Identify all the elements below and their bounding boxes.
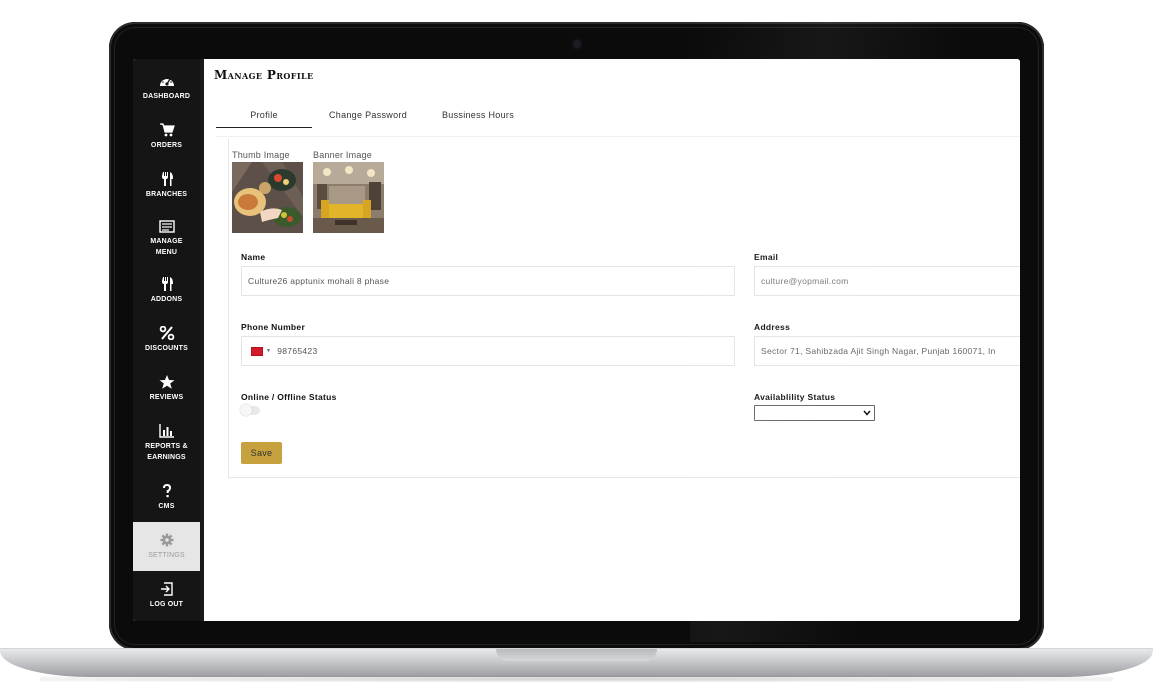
sidebar-item-reviews[interactable]: Reviews [133, 364, 200, 413]
webcam [573, 40, 581, 48]
bar-chart-icon [158, 423, 174, 438]
tab-bar: Profile Change Password Bussiness Hours [216, 103, 1020, 128]
thumb-image-label: Thumb Image [232, 150, 290, 160]
phone-number-value: 98765423 [277, 346, 318, 356]
sidebar: Dashboard Orders Branches Manage Me [133, 59, 200, 621]
menu-list-icon [158, 219, 175, 233]
sidebar-item-label: Manage Menu [150, 237, 183, 256]
phone-input[interactable]: ▼ 98765423 [241, 336, 735, 366]
question-icon [162, 483, 171, 497]
laptop-shadow [40, 676, 1113, 682]
sidebar-item-label: Discounts [144, 344, 189, 352]
name-input[interactable]: Culture26 apptunix mohali 8 phase [241, 266, 735, 296]
sidebar-item-label: Log Out [149, 600, 184, 608]
utensils-icon [161, 276, 173, 291]
sidebar-item-dashboard[interactable]: Dashboard [133, 63, 200, 112]
sidebar-item-label: Reports & Earnings [145, 442, 188, 461]
toggle-knob[interactable] [240, 404, 252, 416]
tab-profile[interactable]: Profile [216, 103, 312, 128]
sidebar-item-discounts[interactable]: Discounts [133, 315, 200, 364]
sidebar-item-label: Dashboard [142, 92, 191, 100]
sidebar-item-cms[interactable]: CMS [133, 473, 200, 522]
screen: Dashboard Orders Branches Manage Me [133, 59, 1020, 621]
sidebar-item-label: Orders [150, 141, 183, 149]
email-label: Email [754, 252, 779, 262]
sidebar-item-label: Addons [150, 295, 183, 303]
chevron-down-icon [863, 410, 871, 416]
banner-image-label: Banner Image [313, 150, 372, 160]
percent-icon [159, 325, 174, 340]
address-label: Address [754, 322, 791, 332]
online-status-label: Online / Offline Status [241, 392, 337, 402]
dashboard-icon [159, 76, 174, 86]
name-label: Name [241, 252, 266, 262]
page-title: Manage Profile [214, 68, 314, 82]
tabs-divider [216, 136, 1020, 137]
laptop-notch [496, 649, 657, 661]
star-icon [159, 374, 174, 389]
sidebar-item-label: CMS [158, 502, 175, 510]
country-flag-icon[interactable] [251, 346, 263, 356]
tab-change-password[interactable]: Change Password [320, 103, 416, 127]
sidebar-item-addons[interactable]: Addons [133, 266, 200, 315]
phone-label: Phone Number [241, 322, 306, 332]
sidebar-item-label: Settings [148, 551, 185, 559]
email-input[interactable]: culture@yopmail.com [754, 266, 1020, 296]
sidebar-item-manage-menu[interactable]: Manage Menu [133, 210, 200, 266]
availability-select[interactable] [754, 405, 875, 421]
sidebar-item-settings[interactable]: Settings [133, 522, 200, 571]
cart-icon [159, 122, 175, 136]
main-content: Manage Profile Profile Change Password B… [204, 59, 1020, 621]
banner-image[interactable] [313, 162, 384, 233]
sidebar-item-reports-earnings[interactable]: Reports & Earnings [133, 413, 200, 473]
save-button[interactable]: Save [241, 442, 282, 464]
chevron-down-icon[interactable]: ▼ [266, 348, 271, 354]
sidebar-item-label: Branches [145, 190, 188, 198]
thumb-image[interactable] [232, 162, 303, 233]
availability-label: Availablility Status [754, 392, 836, 402]
address-input[interactable]: Sector 71, Sahibzada Ajit Singh Nagar, P… [754, 336, 1020, 366]
logout-icon [160, 581, 173, 596]
gear-icon [160, 533, 173, 546]
sidebar-item-logout[interactable]: Log Out [133, 571, 200, 620]
sidebar-item-branches[interactable]: Branches [133, 161, 200, 210]
sidebar-item-label: Reviews [149, 393, 184, 401]
sidebar-item-orders[interactable]: Orders [133, 112, 200, 161]
utensils-icon [161, 171, 173, 186]
tab-business-hours[interactable]: Bussiness Hours [430, 103, 526, 127]
